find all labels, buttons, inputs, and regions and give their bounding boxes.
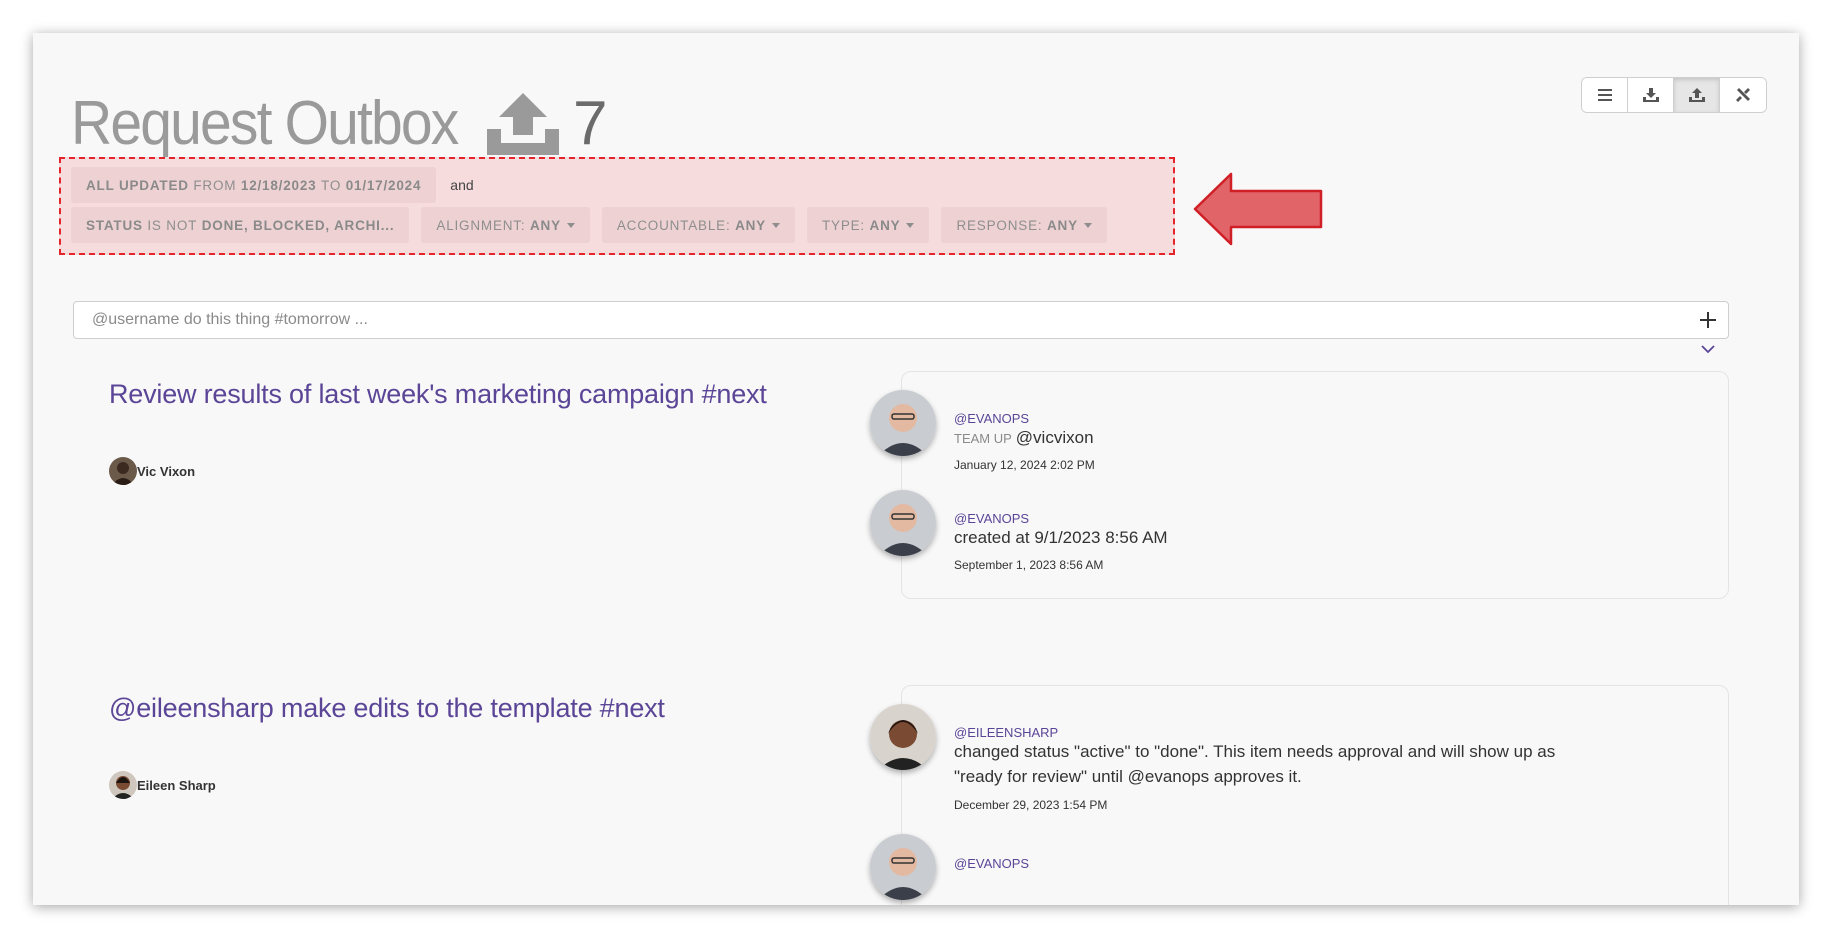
- avatar[interactable]: [870, 490, 936, 556]
- filter-highlight: ALL UPDATED FROM 12/18/2023 TO 01/17/202…: [59, 157, 1175, 255]
- filter-joiner: and: [450, 177, 474, 193]
- caret-down-icon: [771, 222, 780, 228]
- updated-filter-chip[interactable]: ALL UPDATED FROM 12/18/2023 TO 01/17/202…: [71, 167, 437, 203]
- page-title: Request Outbox: [71, 88, 459, 158]
- alignment-filter-dropdown[interactable]: ALIGNMENT: ANY: [421, 207, 590, 243]
- avatar[interactable]: [870, 834, 936, 900]
- from-word: FROM: [193, 177, 237, 193]
- activity-timestamp: January 12, 2024 2:02 PM: [954, 458, 1095, 472]
- avatar[interactable]: [870, 390, 936, 456]
- settings-view-button[interactable]: [1720, 78, 1766, 112]
- caret-down-icon: [1083, 222, 1092, 228]
- activity-text: created at 9/1/2023 8:56 AM: [954, 528, 1168, 547]
- caret-down-icon: [906, 222, 915, 228]
- activity-user-link[interactable]: @EVANOPS: [954, 856, 1029, 871]
- list-view-button[interactable]: [1582, 78, 1628, 112]
- avatar[interactable]: [870, 704, 936, 770]
- response-value: ANY: [1047, 217, 1078, 233]
- to-date: 01/17/2024: [345, 177, 422, 193]
- task-input[interactable]: [74, 302, 1688, 338]
- filter-row-attributes: STATUS IS NOT DONE, BLOCKED, ARCHI... AL…: [71, 207, 1119, 243]
- task-title-link[interactable]: @eileensharp make edits to the template …: [109, 693, 665, 724]
- type-filter-dropdown[interactable]: TYPE: ANY: [806, 207, 930, 243]
- activity-timestamp: September 1, 2023 8:56 AM: [954, 558, 1104, 572]
- from-date: 12/18/2023: [240, 177, 317, 193]
- assignee[interactable]: Eileen Sharp: [109, 771, 216, 799]
- alignment-label: ALIGNMENT:: [436, 217, 526, 233]
- type-label: TYPE:: [821, 217, 865, 233]
- activity-text: TEAM UP @vicvixon: [954, 425, 1634, 451]
- accountable-value: ANY: [735, 217, 766, 233]
- activity-mention[interactable]: @vicvixon: [1016, 428, 1094, 447]
- task-composer: [73, 301, 1729, 339]
- to-word: TO: [321, 177, 342, 193]
- activity-text-line: "ready for review" until @evanops approv…: [954, 767, 1302, 786]
- status-value: DONE, BLOCKED, ARCHI...: [201, 217, 395, 233]
- activity-feed: @EILEENSHARP changed status "active" to …: [870, 685, 1729, 905]
- app-window: Request Outbox 7 ALL UPDATED FROM 12/18/…: [33, 33, 1799, 905]
- annotation-arrow-icon: [1193, 172, 1323, 246]
- activity-text-line: changed status "active" to "done". This …: [954, 742, 1556, 761]
- activity-feed: @EVANOPS TEAM UP @vicvixon January 12, 20…: [870, 371, 1729, 599]
- chevron-down-icon: [1701, 345, 1715, 354]
- caret-down-icon: [566, 222, 575, 228]
- activity-timestamp: December 29, 2023 1:54 PM: [954, 798, 1108, 812]
- activity-text: changed status "active" to "done". This …: [954, 739, 1634, 789]
- expand-composer-toggle[interactable]: [1701, 341, 1715, 359]
- activity-action-label: TEAM UP: [954, 431, 1012, 446]
- inbox-view-button[interactable]: [1628, 78, 1674, 112]
- page-header: Request Outbox 7: [71, 85, 608, 161]
- task-title-link[interactable]: Review results of last week's marketing …: [109, 379, 767, 410]
- outbox-icon: [487, 93, 560, 155]
- updated-prefix: ALL UPDATED: [86, 177, 189, 193]
- activity-user-link[interactable]: @EVANOPS: [954, 411, 1029, 426]
- activity-user-link[interactable]: @EILEENSHARP: [954, 725, 1058, 740]
- add-task-button[interactable]: [1688, 302, 1728, 338]
- accountable-filter-dropdown[interactable]: ACCOUNTABLE: ANY: [601, 207, 795, 243]
- request-count: 7: [573, 88, 608, 158]
- assignee[interactable]: Vic Vixon: [109, 457, 195, 485]
- avatar: [109, 457, 137, 485]
- outbox-view-button[interactable]: [1674, 78, 1720, 112]
- inbox-icon: [1642, 88, 1659, 102]
- list-icon: [1597, 89, 1612, 101]
- alignment-value: ANY: [529, 217, 561, 233]
- assignee-name: Vic Vixon: [137, 463, 196, 479]
- plus-icon: [1700, 312, 1716, 328]
- avatar: [109, 771, 137, 799]
- response-label: RESPONSE:: [956, 217, 1043, 233]
- response-filter-dropdown[interactable]: RESPONSE: ANY: [941, 207, 1107, 243]
- activity-user-link[interactable]: @EVANOPS: [954, 511, 1029, 526]
- type-value: ANY: [869, 217, 901, 233]
- tools-icon: [1736, 88, 1750, 102]
- status-op: IS NOT: [147, 217, 198, 233]
- assignee-name: Eileen Sharp: [137, 777, 216, 793]
- status-filter-chip[interactable]: STATUS IS NOT DONE, BLOCKED, ARCHI...: [71, 207, 410, 243]
- accountable-label: ACCOUNTABLE:: [616, 217, 731, 233]
- outbox-icon: [1688, 88, 1705, 102]
- view-toolbar: [1581, 77, 1767, 113]
- status-prefix: STATUS: [86, 217, 143, 233]
- filter-row-date: ALL UPDATED FROM 12/18/2023 TO 01/17/202…: [71, 167, 474, 203]
